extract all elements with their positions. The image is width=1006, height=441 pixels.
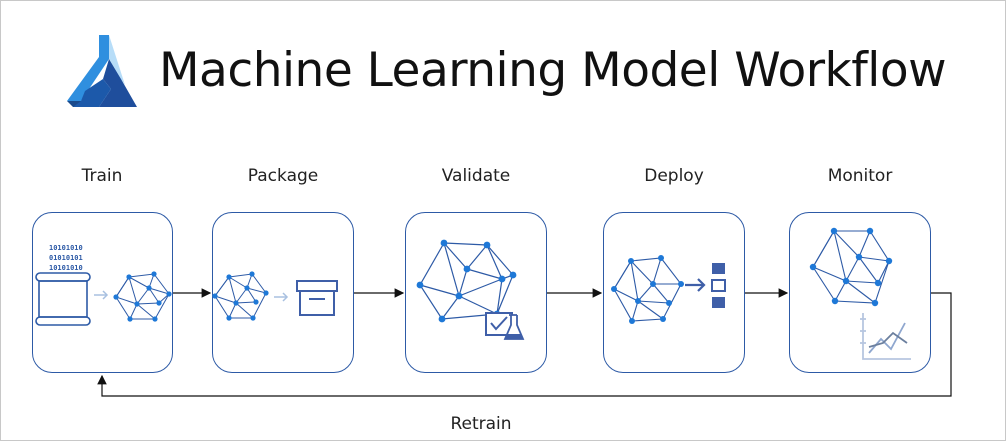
right-arrow-icon (94, 290, 109, 300)
model-monitor-icon (809, 227, 911, 360)
diagram-canvas: Machine Learning Model Workflow Train Pa… (0, 0, 1006, 441)
model-network-icon (416, 239, 517, 323)
deployment-targets-icon (711, 263, 726, 308)
retrain-label: Retrain (450, 414, 512, 434)
model-validation-icon (416, 239, 525, 340)
checklist-flask-icon (485, 312, 525, 340)
package-box-icon (296, 280, 338, 316)
training-data-to-model-icon: 10101010 01010101 10101010 (35, 244, 172, 326)
database-icon (35, 272, 91, 326)
binary-data-icon: 10101010 01010101 10101010 (49, 244, 83, 272)
model-network-icon (113, 271, 172, 322)
right-arrow-icon (274, 292, 289, 302)
model-network-icon (212, 271, 269, 321)
svg-text:10101010: 10101010 (49, 264, 83, 272)
retrain-loop-arrow (97, 292, 952, 397)
svg-text:10101010: 10101010 (49, 244, 83, 252)
diagram-graphics: 10101010 01010101 10101010 (35, 227, 952, 397)
line-chart-icon (860, 313, 911, 360)
model-network-icon (611, 255, 684, 324)
model-to-package-icon (212, 271, 338, 321)
model-network-icon (809, 227, 893, 307)
svg-text:01010101: 01010101 (49, 254, 83, 262)
deploy-arrow-icon (685, 278, 706, 292)
model-deploy-icon (611, 255, 726, 324)
